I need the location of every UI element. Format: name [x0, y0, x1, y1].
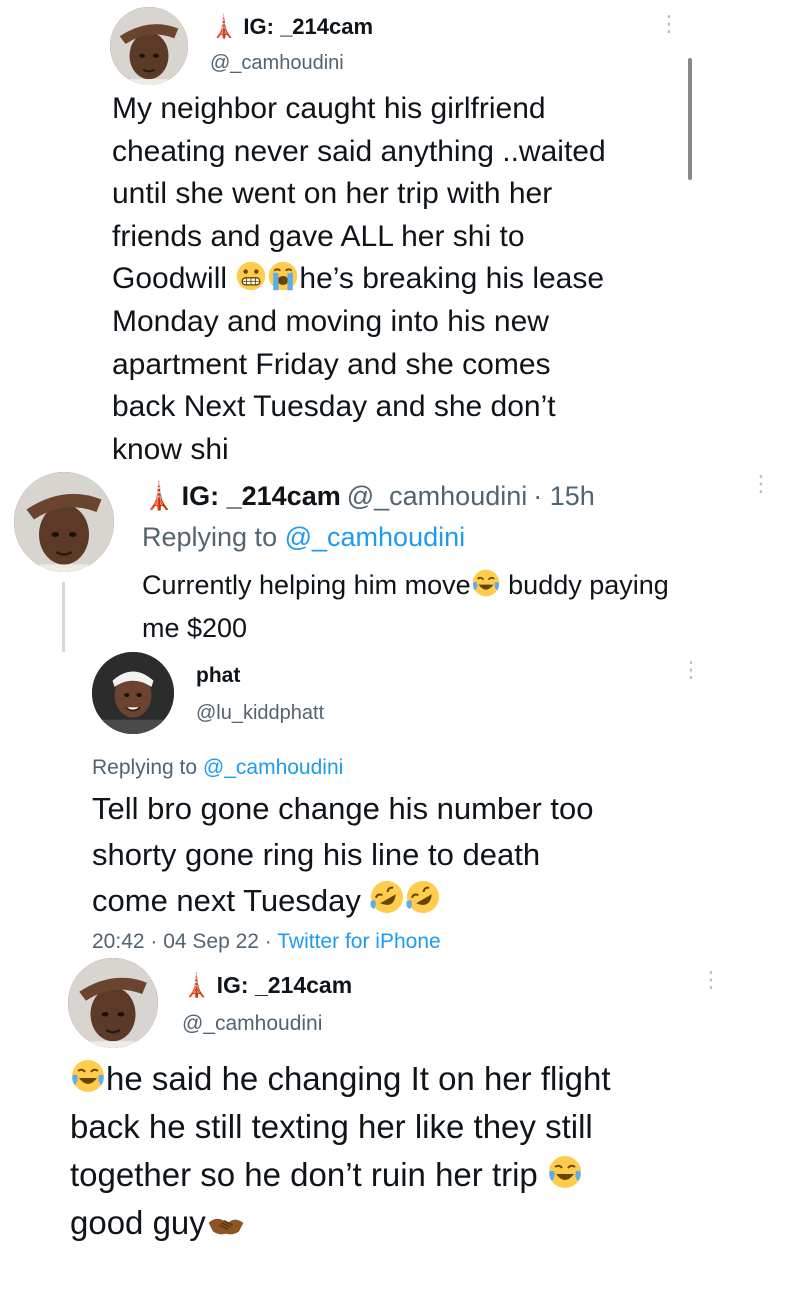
tweet1-line: until she went on her trip with her: [112, 177, 553, 211]
loudly-crying-face-icon: [267, 260, 299, 292]
tweet-meta: 20:42 · 04 Sep 22 · Twitter for iPhone: [92, 930, 441, 954]
replying-to-label: Replying to: [92, 756, 198, 779]
tweet1-line: cheating never said anything ..waited: [112, 134, 606, 168]
timestamp[interactable]: · 15h: [533, 481, 595, 512]
grimacing-face-icon: [235, 260, 267, 292]
tweet4-body: he said he changing It on her flight bac…: [70, 1055, 790, 1247]
tweet4-line: he said he changing It on her flight: [70, 1055, 790, 1103]
tweet4-author[interactable]: 🗼 IG: _214cam: [182, 972, 352, 999]
replying-to: Replying to @_camhoudini: [92, 756, 343, 780]
replying-to: Replying to @_camhoudini: [142, 522, 465, 553]
face-with-tears-of-joy-icon: [471, 568, 501, 598]
replying-to-handle[interactable]: @_camhoudini: [203, 756, 343, 779]
tweet2-line: me $200: [142, 613, 248, 643]
tweet1-line: friends and gave ALL her shi to: [112, 219, 525, 253]
avatar-image: [68, 958, 158, 1048]
tweet-timestamp[interactable]: 20:42 · 04 Sep 22 ·: [92, 930, 272, 953]
handle[interactable]: @_camhoudini: [182, 1012, 322, 1036]
tweet1-line: back Next Tuesday and she don’t: [112, 390, 556, 424]
rolling-on-floor-laughing-icon: [369, 879, 405, 915]
goodwill-word: Goodwill: [112, 262, 228, 296]
tweet3-line-text: come next Tuesday: [92, 883, 361, 918]
tweet2-line: Currently helping him move buddy paying: [142, 564, 802, 607]
tweet1-author[interactable]: 🗼 IG: _214cam: [210, 14, 373, 40]
avatar[interactable]: [68, 958, 158, 1048]
avatar[interactable]: [14, 472, 114, 572]
tweet4-line-text: he said he changing It on her flight: [106, 1060, 611, 1097]
tweet4-line: back he still texting her like they stil…: [70, 1108, 593, 1145]
replying-to-handle[interactable]: @_camhoudini: [285, 522, 466, 552]
tokyo-tower-icon: 🗼: [182, 972, 211, 998]
avatar[interactable]: [92, 652, 174, 734]
more-options-icon[interactable]: ⋮: [658, 13, 680, 35]
face-with-tears-of-joy-icon: [547, 1154, 583, 1190]
tweet4-line: good guy: [70, 1199, 790, 1247]
tweet3-line: Tell bro gone change his number too: [92, 791, 594, 826]
tweet1-line: know shi: [112, 432, 229, 466]
tweet2-line-b: buddy paying: [508, 570, 669, 600]
handle[interactable]: @_camhoudini: [347, 481, 528, 512]
tweet1-body: My neighbor caught his girlfriend cheati…: [112, 88, 682, 471]
tweet3-body: Tell bro gone change his number too shor…: [92, 786, 732, 924]
tweet3-author[interactable]: phat: [196, 664, 240, 688]
thread-line: [62, 582, 65, 652]
tweet4-line-text: together so he don’t ruin her trip: [70, 1156, 538, 1193]
tweet3-line: shorty gone ring his line to death: [92, 837, 541, 872]
tweet2-line-a: Currently helping him move: [142, 570, 471, 600]
tokyo-tower-icon: 🗼: [142, 481, 176, 511]
scrollbar[interactable]: [688, 58, 692, 180]
avatar-image: [92, 652, 174, 734]
tweet1-line-emoji: Goodwill he’s breaking his lease: [112, 258, 682, 301]
more-options-icon[interactable]: ⋮: [750, 473, 772, 495]
avatar-image: [110, 7, 188, 85]
more-options-icon[interactable]: ⋮: [680, 659, 702, 681]
display-name: IG: _214cam: [216, 972, 353, 998]
tweet3-line: come next Tuesday: [92, 878, 732, 924]
tweet2-body: Currently helping him move buddy paying …: [142, 564, 802, 650]
rolling-on-floor-laughing-icon: [405, 879, 441, 915]
face-with-tears-of-joy-icon: [70, 1058, 106, 1094]
tokyo-tower-icon: 🗼: [210, 14, 238, 39]
tweet-source[interactable]: Twitter for iPhone: [277, 930, 440, 953]
tweet4-line: together so he don’t ruin her trip: [70, 1151, 790, 1199]
handle[interactable]: @lu_kiddphatt: [196, 702, 324, 725]
tweet4-line-text: good guy: [70, 1204, 206, 1241]
tweet1-line: Monday and moving into his new: [112, 304, 549, 338]
display-name: IG: _214cam: [181, 480, 341, 511]
replying-to-label: Replying to: [142, 522, 278, 552]
display-name: phat: [196, 664, 241, 687]
handle[interactable]: @_camhoudini: [210, 52, 344, 75]
tweet1-line: My neighbor caught his girlfriend: [112, 92, 546, 125]
tweet1-line: he’s breaking his lease: [299, 262, 605, 296]
avatar-image: [14, 472, 114, 572]
more-options-icon[interactable]: ⋮: [700, 969, 722, 991]
display-name: IG: _214cam: [243, 14, 374, 39]
tweet2-author[interactable]: 🗼 IG: _214cam @_camhoudini · 15h: [142, 480, 595, 512]
handshake-icon: [206, 1212, 246, 1238]
avatar[interactable]: [110, 7, 188, 85]
tweet1-line: apartment Friday and she comes: [112, 347, 551, 381]
